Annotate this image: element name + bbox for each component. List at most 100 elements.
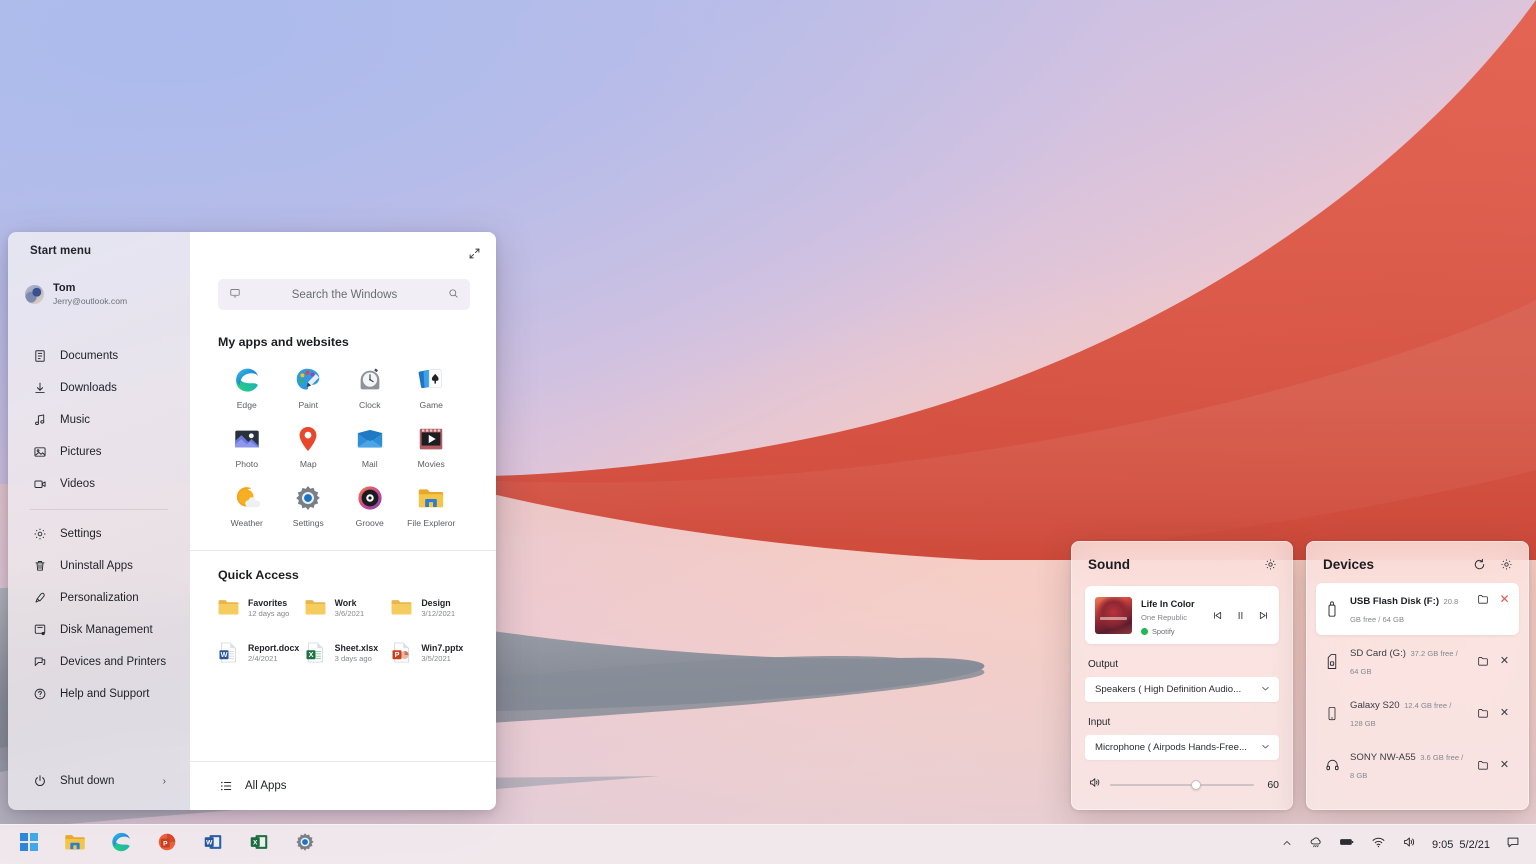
- sidebar-item-music[interactable]: Music: [8, 404, 190, 436]
- chat-bubble-icon: [1506, 835, 1520, 854]
- tray-battery-button[interactable]: [1331, 825, 1363, 864]
- app-tile-edge[interactable]: Edge: [216, 364, 278, 410]
- shut-down-button[interactable]: Shut down ›: [8, 766, 190, 796]
- usb-drive-icon: [1324, 600, 1340, 618]
- gear-icon[interactable]: [1498, 556, 1514, 572]
- taskbar-settings[interactable]: [282, 825, 328, 864]
- input-device-select[interactable]: Microphone ( Airpods Hands-Free...: [1085, 735, 1279, 760]
- device-row-sd-card[interactable]: SD Card (G:) 37.2 GB free / 64 GB ✕: [1316, 635, 1519, 687]
- app-tile-paint[interactable]: Paint: [278, 364, 340, 410]
- devices-panel[interactable]: Devices USB Flash Disk (F:) 20.8 GB free…: [1306, 541, 1529, 810]
- app-tile-clock[interactable]: Clock: [339, 364, 401, 410]
- sidebar-item-personalization[interactable]: Personalization: [8, 582, 190, 614]
- chevron-down-icon: [1260, 681, 1271, 699]
- sidebar-item-downloads[interactable]: Downloads: [8, 372, 190, 404]
- svg-text:P: P: [163, 841, 168, 848]
- search-input[interactable]: Search the Windows: [218, 279, 470, 310]
- app-tile-weather[interactable]: Weather: [216, 482, 278, 528]
- tray-weather-button[interactable]: [1301, 825, 1331, 864]
- app-tile-file-explorer[interactable]: File Expleror: [401, 482, 463, 528]
- close-icon[interactable]: ✕: [1498, 707, 1511, 720]
- taskbar-edge[interactable]: [98, 825, 144, 864]
- media-card[interactable]: Life In Color One Republic Spotify: [1085, 586, 1279, 644]
- app-label: File Expleror: [407, 518, 456, 528]
- folder-icon: [389, 595, 414, 620]
- app-label: Map: [299, 459, 317, 469]
- speaker-icon[interactable]: [1088, 776, 1101, 794]
- chevron-right-icon[interactable]: ›: [163, 776, 166, 787]
- app-tile-game[interactable]: Game: [401, 364, 463, 410]
- sidebar-item-label: Devices and Printers: [60, 655, 167, 668]
- movies-film-icon: [416, 423, 447, 454]
- quick-access-name: Report.docx: [248, 642, 300, 653]
- taskbar-word[interactable]: W: [190, 825, 236, 864]
- pause-icon[interactable]: [1234, 609, 1246, 621]
- app-tile-groove[interactable]: Groove: [339, 482, 401, 528]
- app-tile-settings[interactable]: Settings: [278, 482, 340, 528]
- sidebar-item-pictures[interactable]: Pictures: [8, 436, 190, 468]
- taskbar[interactable]: P W X 9:05 5/2/21: [0, 824, 1536, 864]
- folder-open-icon[interactable]: [1476, 759, 1489, 772]
- app-label: Game: [419, 400, 443, 410]
- taskbar-file-explorer[interactable]: [52, 825, 98, 864]
- previous-track-icon[interactable]: [1211, 609, 1223, 621]
- quick-access-item-report-docx[interactable]: W Report.docx 2/4/2021: [216, 640, 303, 665]
- paint-icon: [293, 364, 324, 395]
- sound-panel[interactable]: Sound Life In Color One Republic Spotify: [1071, 541, 1293, 810]
- volume-control[interactable]: 60: [1088, 776, 1279, 794]
- sidebar-item-videos[interactable]: Videos: [8, 468, 190, 500]
- taskbar-excel[interactable]: X: [236, 825, 282, 864]
- device-row-sony-nw-a55[interactable]: SONY NW-A55 3.6 GB free / 8 GB ✕: [1316, 739, 1519, 791]
- sidebar-item-uninstall-apps[interactable]: Uninstall Apps: [8, 550, 190, 582]
- refresh-icon[interactable]: [1471, 556, 1487, 572]
- folder-open-icon[interactable]: [1476, 655, 1489, 668]
- output-device-select[interactable]: Speakers ( High Definition Audio...: [1085, 677, 1279, 702]
- app-tile-mail[interactable]: Mail: [339, 423, 401, 469]
- start-menu[interactable]: Start menu Tom Jerry@outlook.com Documen…: [8, 232, 496, 810]
- gear-icon[interactable]: [1262, 556, 1278, 572]
- quick-access-item-design[interactable]: Design 3/12/2021: [389, 595, 476, 620]
- list-icon: [218, 779, 233, 794]
- app-tile-map[interactable]: Map: [278, 423, 340, 469]
- shut-down-label: Shut down: [60, 775, 115, 787]
- quick-access-item-sheet-xlsx[interactable]: X Sheet.xlsx 3 days ago: [303, 640, 390, 665]
- sidebar-item-help-and-support[interactable]: Help and Support: [8, 678, 190, 710]
- quick-access-item-win7-pptx[interactable]: P Win7.pptx 3/5/2021: [389, 640, 476, 665]
- expand-diagonal-icon[interactable]: [465, 244, 483, 262]
- close-icon[interactable]: ✕: [1498, 592, 1511, 605]
- spotify-dot-icon: [1141, 628, 1148, 635]
- clock-button[interactable]: 9:05 5/2/21: [1424, 825, 1498, 864]
- clock-time: 9:05: [1431, 838, 1454, 851]
- app-label: Weather: [230, 518, 263, 528]
- tray-overflow-button[interactable]: [1273, 825, 1301, 864]
- all-apps-button[interactable]: All Apps: [190, 762, 496, 810]
- sidebar-item-devices-and-printers[interactable]: Devices and Printers: [8, 646, 190, 678]
- app-tile-photo[interactable]: Photo: [216, 423, 278, 469]
- search-icon[interactable]: [448, 286, 459, 304]
- wifi-icon: [1371, 835, 1386, 854]
- close-icon[interactable]: ✕: [1498, 655, 1511, 668]
- next-track-icon[interactable]: [1257, 609, 1269, 621]
- tray-wifi-button[interactable]: [1363, 825, 1394, 864]
- sidebar-item-settings[interactable]: Settings: [8, 518, 190, 550]
- volume-slider[interactable]: [1110, 780, 1254, 790]
- sidebar-item-documents[interactable]: Documents: [8, 340, 190, 372]
- tray-volume-button[interactable]: [1394, 825, 1424, 864]
- device-row-galaxy-s20[interactable]: Galaxy S20 12.4 GB free / 128 GB ✕: [1316, 687, 1519, 739]
- app-tile-movies[interactable]: Movies: [401, 423, 463, 469]
- windows-logo-icon: [20, 833, 38, 856]
- device-row-usb-flash-disk[interactable]: USB Flash Disk (F:) 20.8 GB free / 64 GB…: [1316, 583, 1519, 635]
- sidebar-item-disk-management[interactable]: Disk Management: [8, 614, 190, 646]
- quick-access-item-favorites[interactable]: Favorites 12 days ago: [216, 595, 303, 620]
- app-label: Paint: [298, 400, 319, 410]
- volume-slider-thumb[interactable]: [1191, 780, 1202, 790]
- user-account[interactable]: Tom Jerry@outlook.com: [8, 257, 190, 307]
- media-source: Spotify: [1152, 627, 1175, 636]
- start-button[interactable]: [6, 825, 52, 864]
- taskbar-powerpoint[interactable]: P: [144, 825, 190, 864]
- close-icon[interactable]: ✕: [1498, 759, 1511, 772]
- quick-access-item-work[interactable]: Work 3/6/2021: [303, 595, 390, 620]
- folder-open-icon[interactable]: [1476, 707, 1489, 720]
- folder-open-icon[interactable]: [1476, 592, 1489, 605]
- notification-center-button[interactable]: [1498, 825, 1528, 864]
